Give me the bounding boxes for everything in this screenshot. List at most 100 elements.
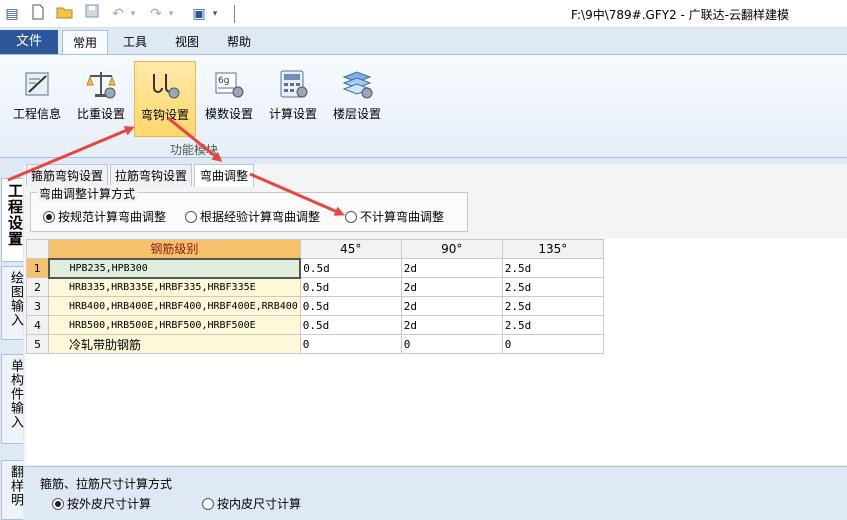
weight-settings-label: 比重设置 [76,107,125,121]
hook-settings-icon [153,74,180,99]
calculator-icon [280,70,308,98]
window-switch-icon[interactable]: ▣ [190,4,208,24]
radio-outer-dimension[interactable]: 按外皮尺寸计算 [52,497,151,511]
open-folder-icon[interactable] [56,4,74,24]
column-header-grade[interactable]: 钢筋级别 [48,239,301,259]
radio-dot-icon [52,498,64,510]
table-row[interactable]: 1 HPB235,HPB300 0.5d 2d 2.5d [26,257,604,279]
radio-inner-dimension-label: 按内皮尺寸计算 [217,497,302,511]
radio-dot-icon [345,211,357,223]
stirrup-size-method-section: 箍筋、拉筋尺寸计算方式 按外皮尺寸计算 按内皮尺寸计算 [24,466,847,513]
tab-view[interactable]: 视图 [164,30,210,54]
redo-dropdown-icon[interactable]: ▾ [166,4,176,24]
side-tab-detailing[interactable]: 翻样明 [1,460,23,520]
floors-icon [342,71,373,99]
bend-adjust-grid: 钢筋级别 45° 90° 135° 1 HPB235,HPB300 0.5d 2… [26,239,847,465]
value-cell-135[interactable]: 2.5d [501,277,604,297]
grade-cell[interactable]: HPB235,HPB300 [47,257,302,279]
toolbar-separator [234,5,235,23]
new-file-icon[interactable] [30,4,46,24]
table-header-row: 钢筋级别 45° 90° 135° [26,239,604,259]
grade-cell[interactable]: HRB400,HRB400E,HRBF400,HRBF400E,RRB400 [48,296,301,316]
value-cell-135[interactable]: 2.5d [501,258,604,278]
radio-no-bend-adjust[interactable]: 不计算弯曲调整 [345,210,444,224]
row-number: 2 [26,277,49,297]
modulus-settings-label: 模数设置 [204,107,253,121]
ribbon-tab-bar: 文件 常用 工具 视图 帮助 [0,28,847,55]
weight-settings-button[interactable]: 比重设置 [70,61,132,137]
radio-experience-bend-adjust-label: 根据经验计算弯曲调整 [200,210,321,224]
settings-panel: 箍筋弯钩设置 拉筋弯钩设置 弯曲调整 弯曲调整计算方式 按规范计算弯曲调整 根据… [24,164,847,513]
radio-dot-icon [185,211,197,223]
calculation-settings-button[interactable]: 计算设置 [262,61,324,137]
hook-settings-button[interactable]: 弯钩设置 [134,61,196,137]
hook-settings-label: 弯钩设置 [140,108,189,122]
row-number: 3 [26,296,49,316]
scale-icon [86,72,116,99]
tab-file[interactable]: 文件 [0,30,58,54]
tab-tie-hook-settings[interactable]: 拉筋弯钩设置 [110,164,192,186]
redo-icon[interactable]: ↷ [148,4,164,24]
value-cell-135[interactable]: 2.5d [501,315,604,335]
column-header-45[interactable]: 45° [299,239,402,259]
project-info-icon [25,72,49,96]
radio-code-bend-adjust-label: 按规范计算弯曲调整 [58,210,167,224]
value-cell-135[interactable]: 0 [501,334,604,354]
value-cell-90[interactable]: 2d [400,258,503,278]
value-cell-45[interactable]: 0.5d [299,258,402,278]
row-number: 1 [26,258,49,278]
column-header-135[interactable]: 135° [501,239,604,259]
value-cell-90[interactable]: 0 [400,334,503,354]
side-tab-single-component-input[interactable]: 单构件输入 [1,354,23,444]
project-info-button[interactable]: 工程信息 [6,61,68,137]
calculation-settings-label: 计算设置 [268,107,317,121]
tab-home[interactable]: 常用 [62,30,108,55]
customize-toolbar-icon[interactable]: ▾ [210,4,220,24]
value-cell-45[interactable]: 0.5d [299,296,402,316]
undo-icon[interactable]: ↶ [110,4,126,24]
svg-text:6g: 6g [218,76,229,86]
radio-experience-bend-adjust[interactable]: 根据经验计算弯曲调整 [185,210,320,224]
ribbon-panel: 工程信息 比重设置 弯钩设置 6g 模数设置 计算设置 楼层设置 功能模块 [0,54,847,158]
undo-dropdown-icon[interactable]: ▾ [128,4,138,24]
value-cell-45[interactable]: 0.5d [299,277,402,297]
radio-dot-icon [43,211,55,223]
floor-settings-button[interactable]: 楼层设置 [326,61,388,137]
value-cell-90[interactable]: 2d [400,277,503,297]
grade-cell[interactable]: HRB500,HRB500E,HRBF500,HRBF500E [48,315,301,335]
table-row[interactable]: 5 冷轧带肋钢筋 0 0 0 [26,334,604,354]
side-tab-drawing-input[interactable]: 绘图输入 [1,266,23,340]
tab-tools[interactable]: 工具 [112,30,158,54]
side-tab-project-settings[interactable]: 工程设置 [1,178,24,262]
value-cell-45[interactable]: 0.5d [299,315,402,335]
window-title: F:\9中\789#.GFY2 - 广联达-云翻样建模 [571,8,789,22]
radio-outer-dimension-label: 按外皮尺寸计算 [67,497,152,511]
app-menu-icon[interactable]: ▤ [4,4,20,24]
tab-bend-adjustment[interactable]: 弯曲调整 [194,164,254,187]
floor-settings-label: 楼层设置 [332,107,381,121]
value-cell-90[interactable]: 2d [400,315,503,335]
grade-cell[interactable]: HRB335,HRB335E,HRBF335,HRBF335E [48,277,301,297]
column-header-90[interactable]: 90° [400,239,503,259]
bend-adjust-method-legend: 弯曲调整计算方式 [37,185,138,202]
save-icon[interactable] [84,4,100,24]
tab-help[interactable]: 帮助 [216,30,262,54]
value-cell-135[interactable]: 2.5d [501,296,604,316]
ribbon-group-label: 功能模块 [170,143,219,157]
row-number: 4 [26,315,49,335]
value-cell-90[interactable]: 2d [400,296,503,316]
value-cell-45[interactable]: 0 [299,334,402,354]
radio-dot-icon [202,498,214,510]
modulus-settings-button[interactable]: 6g 模数设置 [198,61,260,137]
table-row[interactable]: 3 HRB400,HRB400E,HRBF400,HRBF400E,RRB400… [26,296,604,316]
modulus-icon: 6g [215,72,244,98]
tab-stirrup-hook-settings[interactable]: 箍筋弯钩设置 [26,164,108,186]
row-number-header [26,239,49,259]
table-row[interactable]: 4 HRB500,HRB500E,HRBF500,HRBF500E 0.5d 2… [26,315,604,335]
stirrup-size-method-title: 箍筋、拉筋尺寸计算方式 [40,477,173,491]
row-number: 5 [26,334,49,354]
table-row[interactable]: 2 HRB335,HRB335E,HRBF335,HRBF335E 0.5d 2… [26,277,604,297]
radio-inner-dimension[interactable]: 按内皮尺寸计算 [202,497,301,511]
radio-code-bend-adjust[interactable]: 按规范计算弯曲调整 [43,210,166,224]
grade-cell[interactable]: 冷轧带肋钢筋 [48,334,301,354]
